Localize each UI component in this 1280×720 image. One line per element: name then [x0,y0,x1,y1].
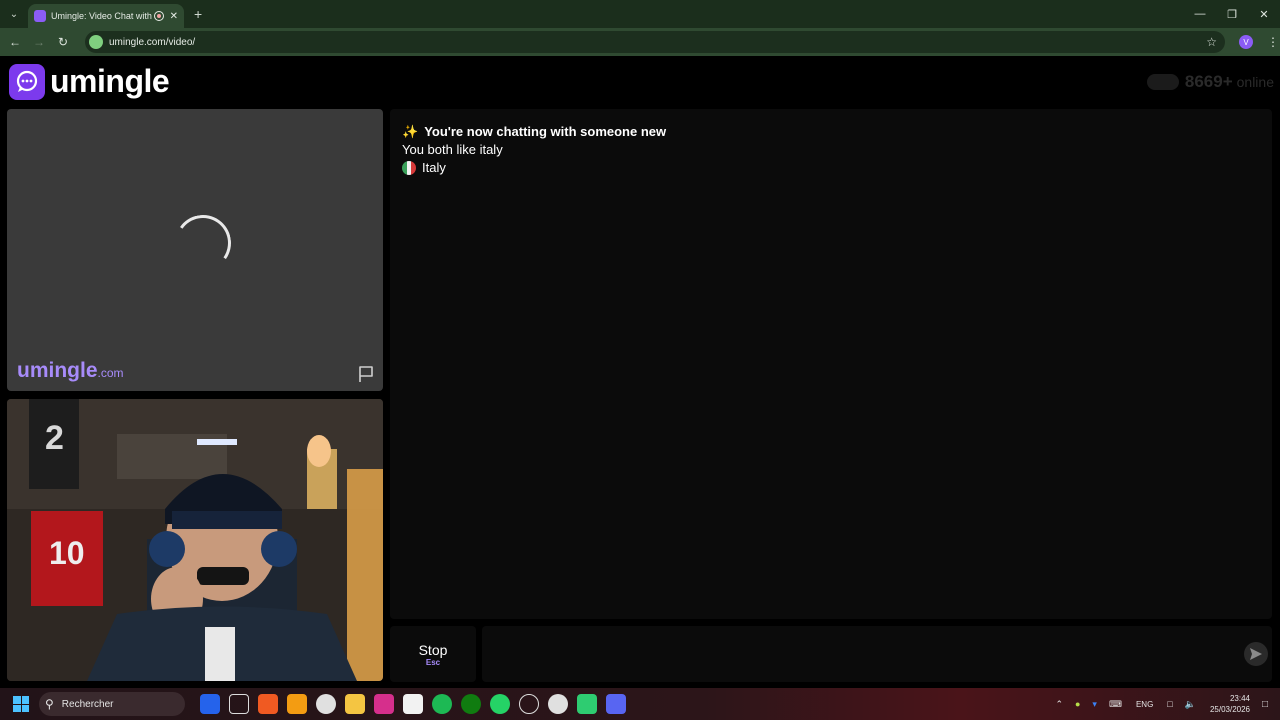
language-indicator[interactable]: ENG [1136,700,1153,709]
chat-bubble-logo-icon [9,63,45,100]
defender-icon[interactable] [199,694,220,714]
windows-taskbar: ⚲ Rechercher ⌃ ● ▾ ⌨ ENG □ 🔈 23:44 25/03… [0,688,1280,720]
notification-icon[interactable]: □ [1258,697,1272,711]
clock-date: 25/03/2026 [1209,705,1250,714]
chrome-icon[interactable] [315,694,336,714]
chat-log: ✨ You're now chatting with someone new Y… [390,109,1272,619]
search-label: Rechercher [61,698,114,710]
url-text[interactable]: umingle.com/video/ [109,37,1206,48]
restore-icon[interactable]: ❐ [1216,0,1248,28]
browser-tabbar: ⌄ Umingle: Video Chat with S ✕ + — ❐ ✕ [0,0,1280,28]
reload-icon[interactable]: ↻ [51,30,75,54]
stranger-video-panel: umingle.com [7,109,383,391]
xbox-icon[interactable] [460,694,481,714]
logo-text: umingle [50,63,170,99]
stop-shortcut: Esc [425,657,441,667]
photos-icon[interactable] [228,694,249,714]
volume-icon[interactable]: 🔈 [1185,699,1196,710]
send-arrow-icon [1250,648,1262,660]
svg-text:2: 2 [45,419,64,457]
bookmark-star-icon[interactable]: ☆ [1206,35,1217,49]
vlc-icon[interactable] [286,694,307,714]
spotify-icon[interactable] [431,694,452,714]
network-icon[interactable]: □ [1167,699,1172,709]
message-text: Italy [422,160,446,175]
site-logo[interactable]: umingle [9,63,170,100]
self-camera-video: 2 10 [7,399,383,681]
online-toggle[interactable] [1146,74,1179,90]
message-input[interactable] [482,626,1272,682]
windows-start-icon[interactable] [13,696,29,712]
watermark-name: umingle [17,359,98,382]
browser-toolbar: ← → ↻ umingle.com/video/ ☆ V ⋮ [0,28,1280,56]
tab-search-chevron-icon[interactable]: ⌄ [4,4,24,24]
webcam-feed-image: 2 10 [7,399,383,681]
recording-indicator-icon [153,11,164,21]
report-flag-icon[interactable] [357,365,375,383]
message-text: You're now chatting with someone new [424,124,667,139]
minimize-icon[interactable]: — [1184,0,1216,28]
stop-label: Stop [418,641,448,658]
forward-arrow-icon[interactable]: → [27,30,51,54]
microphone-icon[interactable]: ▾ [1092,699,1097,710]
browser-menu-icon[interactable]: ⋮ [1267,35,1279,49]
instagram-icon[interactable] [373,694,394,714]
taskbar-search[interactable]: ⚲ Rechercher [39,692,185,716]
tab-close-icon[interactable]: ✕ [170,11,178,22]
online-label: online [1236,74,1274,90]
online-counter: 8669+ online [1146,72,1274,92]
app-tray-icon[interactable]: ● [1075,699,1080,709]
stop-button[interactable]: Stop Esc [390,626,476,682]
loading-spinner-icon [170,210,236,276]
italy-flag-icon [402,161,416,175]
window-controls: — ❐ ✕ [1184,0,1280,28]
store-icon[interactable] [402,694,423,714]
brave-icon[interactable] [257,694,278,714]
steam-icon[interactable] [518,694,539,714]
profile-avatar[interactable]: V [1239,35,1253,49]
keyboard-icon[interactable]: ⌨ [1109,699,1122,710]
sparkles-icon: ✨ [402,124,419,139]
tab-title: Umingle: Video Chat with S [51,11,154,21]
svg-text:10: 10 [49,535,85,571]
message-text: You both like italy [402,142,503,157]
taskbar-apps [195,694,630,714]
address-bar[interactable]: umingle.com/video/ ☆ [85,31,1225,53]
chevron-up-icon[interactable]: ⌃ [1055,699,1063,710]
system-message: ✨ You're now chatting with someone new [402,123,1260,141]
clock[interactable]: 23:44 25/03/2026 [1210,693,1250,715]
back-arrow-icon[interactable]: ← [3,30,27,54]
clock-time: 23:44 [1229,694,1250,703]
new-tab-plus-icon[interactable]: + [194,6,202,22]
online-count: 8669+ [1184,72,1233,91]
browser-tab[interactable]: Umingle: Video Chat with S ✕ [28,4,184,28]
video-watermark: umingle.com [17,359,124,383]
file-explorer-icon[interactable] [344,694,365,714]
system-tray: ⌃ ● ▾ ⌨ ENG □ 🔈 23:44 25/03/2026 □ [1049,688,1280,720]
discord-icon[interactable] [605,694,626,714]
umingle-favicon-icon [34,10,46,22]
system-message: You both like italy [402,141,1260,159]
media-player-icon[interactable] [576,694,597,714]
chrome-profile-icon[interactable] [547,694,568,714]
system-message: Italy [402,159,1260,177]
watermark-suffix: .com [97,366,124,380]
search-icon: ⚲ [45,697,54,711]
page: umingle 8669+ online umingle.com 2 10 ✨ … [0,56,1280,688]
site-info-icon[interactable] [89,35,103,49]
whatsapp-icon[interactable] [489,694,510,714]
window-close-icon[interactable]: ✕ [1248,0,1280,28]
send-button[interactable] [1244,642,1268,666]
